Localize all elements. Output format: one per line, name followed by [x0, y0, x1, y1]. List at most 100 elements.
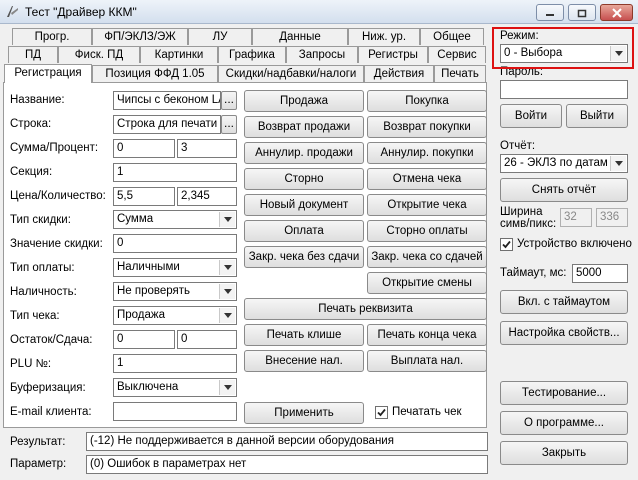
cash-check-select[interactable]: Не проверять	[113, 282, 237, 301]
device-on-checkbox[interactable]	[500, 238, 513, 251]
open-receipt-button[interactable]: Открытие чека	[367, 194, 487, 216]
chevron-down-icon	[219, 380, 235, 395]
width-pixels-input[interactable]: 336	[596, 208, 628, 227]
open-shift-button[interactable]: Открытие смены	[367, 272, 487, 294]
checkmark-icon	[377, 408, 386, 417]
width-chars-input[interactable]: 32	[560, 208, 592, 227]
print-receipt-end-button[interactable]: Печать конца чека	[367, 324, 487, 346]
sale-button[interactable]: Продажа	[244, 90, 364, 112]
minimize-button[interactable]	[536, 4, 564, 21]
receipt-type-value: Продажа	[117, 309, 165, 321]
print-receipt-checkbox[interactable]	[375, 406, 388, 419]
tab-print[interactable]: Печать	[434, 65, 486, 82]
tab-fp-eklz[interactable]: ФП/ЭКЛЗ/ЭЖ	[92, 28, 188, 45]
annul-purchase-button[interactable]: Аннулир. покупки	[367, 142, 487, 164]
tab-actions[interactable]: Действия	[364, 65, 434, 82]
close-window-button[interactable]	[600, 4, 633, 21]
width-units-label: симв/пикс:	[500, 218, 557, 230]
maximize-button[interactable]	[568, 4, 596, 21]
return-sale-button[interactable]: Возврат продажи	[244, 116, 364, 138]
new-document-button[interactable]: Новый документ	[244, 194, 364, 216]
device-on-label: Устройство включено	[517, 238, 632, 250]
close-with-change-button[interactable]: Закр. чека со сдачей	[367, 246, 487, 268]
section-label: Секция:	[10, 166, 53, 178]
timeout-input[interactable]: 5000	[572, 264, 628, 283]
tab-pictures[interactable]: Картинки	[140, 46, 218, 63]
tab-position-ffd[interactable]: Позиция ФФД 1.05	[92, 65, 218, 82]
title-bar: Тест "Драйвер ККМ"	[0, 0, 638, 24]
line-input[interactable]: Строка для печати	[113, 115, 221, 134]
minimize-icon	[546, 14, 554, 16]
password-input[interactable]	[500, 80, 628, 99]
properties-button[interactable]: Настройка свойств...	[500, 321, 628, 345]
quantity-input[interactable]: 2,345	[177, 187, 237, 206]
tab-discounts[interactable]: Скидки/надбавки/налоги	[218, 65, 364, 82]
payment-type-value: Наличными	[117, 261, 180, 273]
app-icon	[5, 4, 20, 19]
tab-graphics[interactable]: Графика	[218, 46, 286, 63]
report-select[interactable]: 26 - ЭКЛЗ по датам к	[500, 154, 628, 173]
window-title: Тест "Драйвер ККМ"	[25, 5, 137, 19]
return-purchase-button[interactable]: Возврат покупки	[367, 116, 487, 138]
change-label: Остаток/Сдача:	[10, 334, 93, 346]
plu-input[interactable]: 1	[113, 354, 237, 373]
discount-value-label: Значение скидки:	[10, 238, 103, 250]
change-input[interactable]: 0	[177, 330, 237, 349]
tab-low-level[interactable]: Ниж. ур.	[348, 28, 420, 45]
enable-timeout-button[interactable]: Вкл. с таймаутом	[500, 290, 628, 314]
cash-check-label: Наличность:	[10, 286, 77, 298]
buffering-select[interactable]: Выключена	[113, 378, 237, 397]
price-label: Цена/Количество:	[10, 190, 106, 202]
purchase-button[interactable]: Покупка	[367, 90, 487, 112]
print-requisite-button[interactable]: Печать реквизита	[244, 298, 487, 320]
logout-button[interactable]: Выйти	[566, 104, 628, 128]
line-browse-button[interactable]: ...	[221, 115, 237, 134]
section-input[interactable]: 1	[113, 163, 237, 182]
storno-payment-button[interactable]: Сторно оплаты	[367, 220, 487, 242]
price-input[interactable]: 5,5	[113, 187, 175, 206]
name-browse-button[interactable]: ...	[221, 91, 237, 110]
percent-input[interactable]: 3	[177, 139, 237, 158]
testing-button[interactable]: Тестирование...	[500, 381, 628, 405]
payment-button[interactable]: Оплата	[244, 220, 364, 242]
email-input[interactable]	[113, 402, 237, 421]
chevron-down-icon	[219, 284, 235, 299]
name-input[interactable]: Чипсы с беконом LA	[113, 91, 221, 110]
cash-check-value: Не проверять	[117, 285, 191, 297]
result-label: Результат:	[10, 436, 66, 448]
remainder-input[interactable]: 0	[113, 330, 175, 349]
tab-queries[interactable]: Запросы	[286, 46, 358, 63]
tab-registration[interactable]: Регистрация	[4, 64, 92, 83]
take-report-button[interactable]: Снять отчёт	[500, 178, 628, 202]
close-no-change-button[interactable]: Закр. чека без сдачи	[244, 246, 364, 268]
storno-button[interactable]: Сторно	[244, 168, 364, 190]
cancel-receipt-button[interactable]: Отмена чека	[367, 168, 487, 190]
payment-type-select[interactable]: Наличными	[113, 258, 237, 277]
chevron-down-icon	[610, 156, 626, 171]
close-icon	[611, 8, 622, 18]
apply-button[interactable]: Применить	[244, 402, 364, 424]
print-cliche-button[interactable]: Печать клише	[244, 324, 364, 346]
discount-type-select[interactable]: Сумма	[113, 210, 237, 229]
tab-lu[interactable]: ЛУ	[188, 28, 252, 45]
sum-input[interactable]: 0	[113, 139, 175, 158]
param-field: (0) Ошибок в параметрах нет	[86, 455, 488, 474]
tab-fisc-pd[interactable]: Фиск. ПД	[58, 46, 140, 63]
name-label: Название:	[10, 94, 65, 106]
tab-registers[interactable]: Регистры	[358, 46, 428, 63]
tab-service[interactable]: Сервис	[428, 46, 486, 63]
receipt-type-select[interactable]: Продажа	[113, 306, 237, 325]
cash-in-button[interactable]: Внесение нал.	[244, 350, 364, 372]
annul-sale-button[interactable]: Аннулир. продажи	[244, 142, 364, 164]
tab-progr[interactable]: Прогр.	[12, 28, 92, 45]
tab-general[interactable]: Общее	[420, 28, 484, 45]
discount-value-input[interactable]: 0	[113, 234, 237, 253]
plu-label: PLU №:	[10, 358, 52, 370]
tab-pd[interactable]: ПД	[8, 46, 58, 63]
about-button[interactable]: О программе...	[500, 411, 628, 435]
login-button[interactable]: Войти	[500, 104, 562, 128]
discount-type-label: Тип скидки:	[10, 214, 71, 226]
close-button[interactable]: Закрыть	[500, 441, 628, 465]
cash-out-button[interactable]: Выплата нал.	[367, 350, 487, 372]
tab-data[interactable]: Данные	[252, 28, 348, 45]
